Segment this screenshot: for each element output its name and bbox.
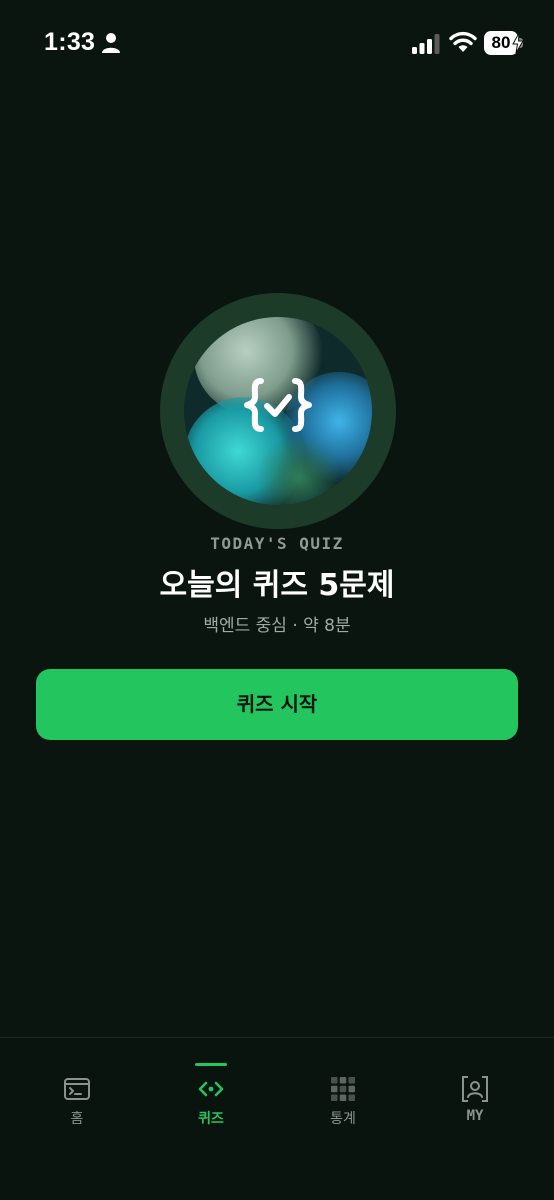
status-time: 1:33 (44, 28, 96, 56)
quiz-kicker: TODAY'S QUIZ (210, 534, 344, 553)
signal-icon (412, 34, 440, 54)
tab-label: 퀴즈 (198, 1111, 224, 1127)
grid-icon (331, 1077, 355, 1101)
code-check-icon (244, 378, 312, 432)
tab-label: 통계 (330, 1111, 356, 1127)
active-tab-indicator (195, 1063, 227, 1066)
tab-label: 홈 (70, 1111, 84, 1127)
tab-my[interactable]: MY (406, 1038, 544, 1148)
terminal-icon (64, 1078, 90, 1100)
wifi-icon (449, 31, 477, 52)
tab-label: MY (466, 1108, 484, 1124)
tab-stats[interactable]: 통계 (274, 1038, 412, 1148)
status-bar: 1:33 80 (0, 0, 554, 88)
user-frame-icon (462, 1076, 488, 1102)
person-icon (102, 33, 120, 53)
page-title: 오늘의 퀴즈 5문제 (159, 568, 395, 603)
quiz-subtitle: 백엔드 중심 · 약 8분 (203, 616, 351, 636)
battery-level: 80 (491, 33, 511, 52)
bolt-icon (512, 33, 524, 53)
start-quiz-button[interactable]: 퀴즈 시작 (36, 669, 518, 740)
tab-home[interactable]: 홈 (8, 1038, 146, 1148)
tab-quiz[interactable]: 퀴즈 (142, 1038, 280, 1148)
tab-bar: 홈 퀴즈 통계 MY (0, 1037, 554, 1200)
code-icon (198, 1081, 224, 1097)
quiz-screen: 1:33 80 TODAY'S QUIZ 오늘의 퀴즈 5문제 백엔드 중심 ·… (0, 0, 554, 1200)
